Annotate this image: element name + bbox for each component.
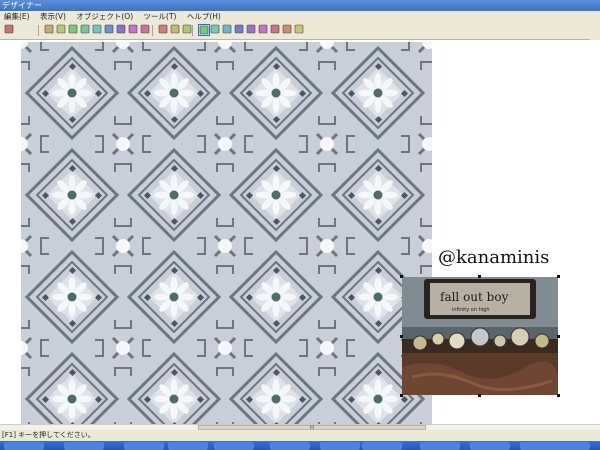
shape-icon — [282, 24, 294, 34]
layout-icon — [222, 24, 234, 34]
band-photo[interactable]: fall out boy infinity on high — [402, 277, 558, 395]
taskbar — [0, 441, 600, 450]
copy-button[interactable] — [104, 24, 116, 36]
status-text: [F1] キーを押してください。 — [2, 431, 95, 439]
toolbar — [0, 22, 600, 40]
photo-band-text: fall out boy — [440, 290, 509, 304]
redo-button[interactable] — [170, 24, 182, 36]
delete-icon — [140, 24, 152, 34]
title-bar: デザイナー — [0, 0, 600, 11]
save-button[interactable] — [68, 24, 80, 36]
taskbar-button[interactable] — [470, 442, 510, 450]
eye-icon — [4, 24, 16, 34]
photo-tagline-text: infinity on high — [452, 307, 490, 313]
fill-button[interactable] — [128, 24, 140, 36]
username-watermark: @kanaminis — [438, 247, 550, 268]
undo-button[interactable] — [158, 24, 170, 36]
resize-handle[interactable] — [400, 394, 403, 397]
window-edge — [590, 22, 600, 40]
image-button[interactable] — [246, 24, 258, 36]
resize-handle[interactable] — [400, 335, 403, 338]
image-icon — [246, 24, 258, 34]
toolbar-separator — [192, 25, 193, 36]
resize-handle[interactable] — [400, 275, 403, 278]
layout-button[interactable] — [222, 24, 234, 36]
toolbar-separator — [152, 25, 153, 36]
resize-handle[interactable] — [557, 275, 560, 278]
resize-handle[interactable] — [478, 394, 481, 397]
redo-icon — [170, 24, 182, 34]
stamp-button[interactable] — [294, 24, 306, 36]
menu-help[interactable]: ヘルプ(H) — [183, 11, 225, 22]
menu-bar: 編集(E) 表示(V) オブジェクト(O) ツール(T) ヘルプ(H) — [0, 11, 600, 22]
grid-icon — [199, 25, 209, 35]
resize-handle[interactable] — [557, 335, 560, 338]
color-button[interactable] — [258, 24, 270, 36]
open-folder-icon — [56, 24, 68, 34]
eye-button[interactable] — [4, 24, 16, 36]
frame-button[interactable] — [234, 24, 246, 36]
taskbar-button[interactable] — [520, 442, 590, 450]
fill-icon — [128, 24, 140, 34]
brush-icon — [270, 24, 282, 34]
cut-button[interactable] — [92, 24, 104, 36]
align-button[interactable] — [210, 24, 222, 36]
photo-image: fall out boy infinity on high — [402, 277, 558, 395]
cut-icon — [92, 24, 104, 34]
print-button[interactable] — [80, 24, 92, 36]
taskbar-button[interactable] — [214, 442, 254, 450]
copy-icon — [104, 24, 116, 34]
taskbar-button[interactable] — [420, 442, 460, 450]
color-icon — [258, 24, 270, 34]
window-title: デザイナー — [2, 1, 42, 10]
menu-tools[interactable]: ツール(T) — [140, 11, 181, 22]
taskbar-button[interactable] — [320, 442, 360, 450]
resize-handle[interactable] — [478, 275, 481, 278]
paste-icon — [116, 24, 128, 34]
menu-object[interactable]: オブジェクト(O) — [72, 11, 137, 22]
toolbar-separator — [38, 25, 39, 36]
taskbar-button[interactable] — [168, 442, 208, 450]
taskbar-button[interactable] — [270, 442, 310, 450]
align-icon — [210, 24, 222, 34]
resize-handle[interactable] — [557, 394, 560, 397]
taskbar-button[interactable] — [64, 442, 104, 450]
undo-icon — [158, 24, 170, 34]
stamp-icon — [294, 24, 306, 34]
frame-icon — [234, 24, 246, 34]
status-bar: [F1] キーを押してください。 — [0, 430, 600, 441]
taskbar-button[interactable] — [362, 442, 402, 450]
new-file-button[interactable] — [44, 24, 56, 36]
brush-button[interactable] — [270, 24, 282, 36]
taskbar-button[interactable] — [124, 442, 164, 450]
open-folder-button[interactable] — [56, 24, 68, 36]
paste-button[interactable] — [116, 24, 128, 36]
pattern-canvas[interactable] — [21, 42, 432, 424]
print-icon — [80, 24, 92, 34]
new-file-icon — [44, 24, 56, 34]
menu-view[interactable]: 表示(V) — [36, 11, 70, 22]
save-icon — [68, 24, 80, 34]
delete-button[interactable] — [140, 24, 152, 36]
shape-button[interactable] — [282, 24, 294, 36]
taskbar-button[interactable] — [4, 442, 44, 450]
menu-edit[interactable]: 編集(E) — [0, 11, 34, 22]
grid-button[interactable] — [198, 24, 210, 36]
